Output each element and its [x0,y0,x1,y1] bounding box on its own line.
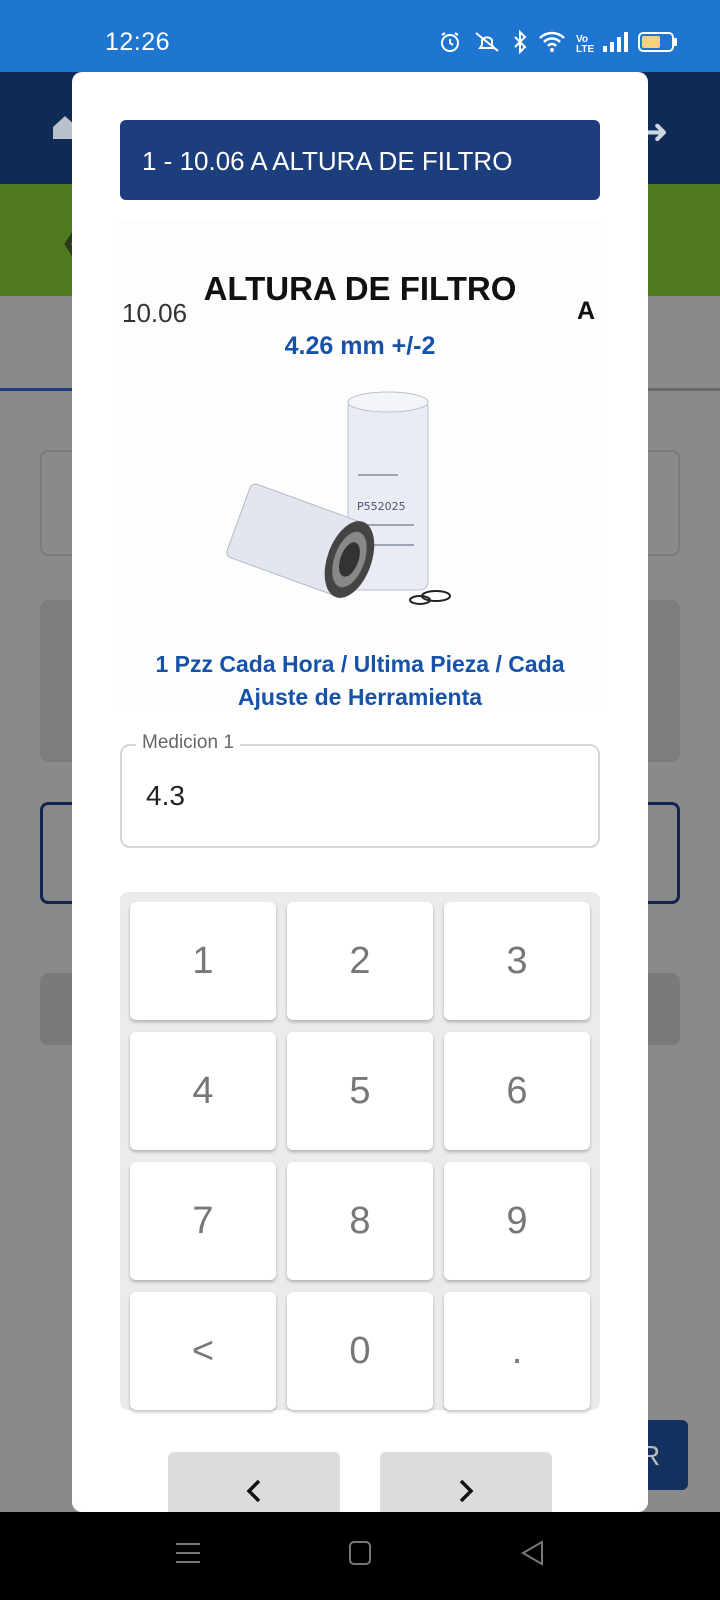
measurement-dialog: 1 - 10.06 A ALTURA DE FILTRO 10.06 ALTUR… [72,72,648,1512]
measurement-field[interactable]: Medicion 1 4.3 [120,732,600,848]
volte-icon: Vo LTE [576,33,595,55]
inspection-frequency: 1 Pzz Cada Hora / Ultima Pieza / Cada Aj… [155,651,565,710]
characteristic-grade: A [577,297,596,325]
background-tab-indicator [0,388,72,391]
key-8[interactable]: 8 [287,1162,433,1280]
screen: 12:26 Vo LTE ➜ ❮ [0,0,720,1600]
status-icons: Vo LTE [438,29,678,59]
filter-part-number: P552025 [357,500,406,513]
key-3[interactable]: 3 [444,902,590,1020]
measurement-value[interactable]: 4.3 [146,780,185,812]
bluetooth-icon [512,29,528,59]
measurement-label: Medicion 1 [136,732,240,754]
menu-icon[interactable] [175,1540,201,1571]
status-bar: 12:26 Vo LTE [0,0,720,72]
system-nav-bar [0,1512,720,1600]
back-nav-icon[interactable] [520,1540,544,1571]
key-9[interactable]: 9 [444,1162,590,1280]
key-0[interactable]: 0 [287,1292,433,1410]
filter-product-image: P552025 [224,384,464,614]
key-4[interactable]: 4 [130,1032,276,1150]
key-2[interactable]: 2 [287,902,433,1020]
alarm-icon [438,30,462,59]
key-backspace[interactable]: < [130,1292,276,1410]
characteristic-spec: 4.26 mm +/-2 [284,332,436,360]
previous-button[interactable] [168,1452,340,1512]
key-decimal[interactable]: . [444,1292,590,1410]
mute-icon [472,30,502,59]
signal-icon [602,31,628,58]
battery-icon [638,31,678,58]
chevron-right-icon [457,1478,475,1509]
next-button[interactable] [380,1452,552,1512]
home-nav-icon[interactable] [348,1540,372,1571]
key-6[interactable]: 6 [444,1032,590,1150]
key-7[interactable]: 7 [130,1162,276,1280]
chevron-left-icon [245,1478,263,1509]
key-1[interactable]: 1 [130,902,276,1020]
key-5[interactable]: 5 [287,1032,433,1150]
wifi-icon [538,31,566,58]
status-time: 12:26 [105,28,171,56]
numeric-keypad: 1 2 3 4 5 6 7 8 9 < 0 . [120,892,600,1410]
characteristic-name: ALTURA DE FILTRO [203,270,517,307]
dialog-title: 1 - 10.06 A ALTURA DE FILTRO [120,120,600,200]
